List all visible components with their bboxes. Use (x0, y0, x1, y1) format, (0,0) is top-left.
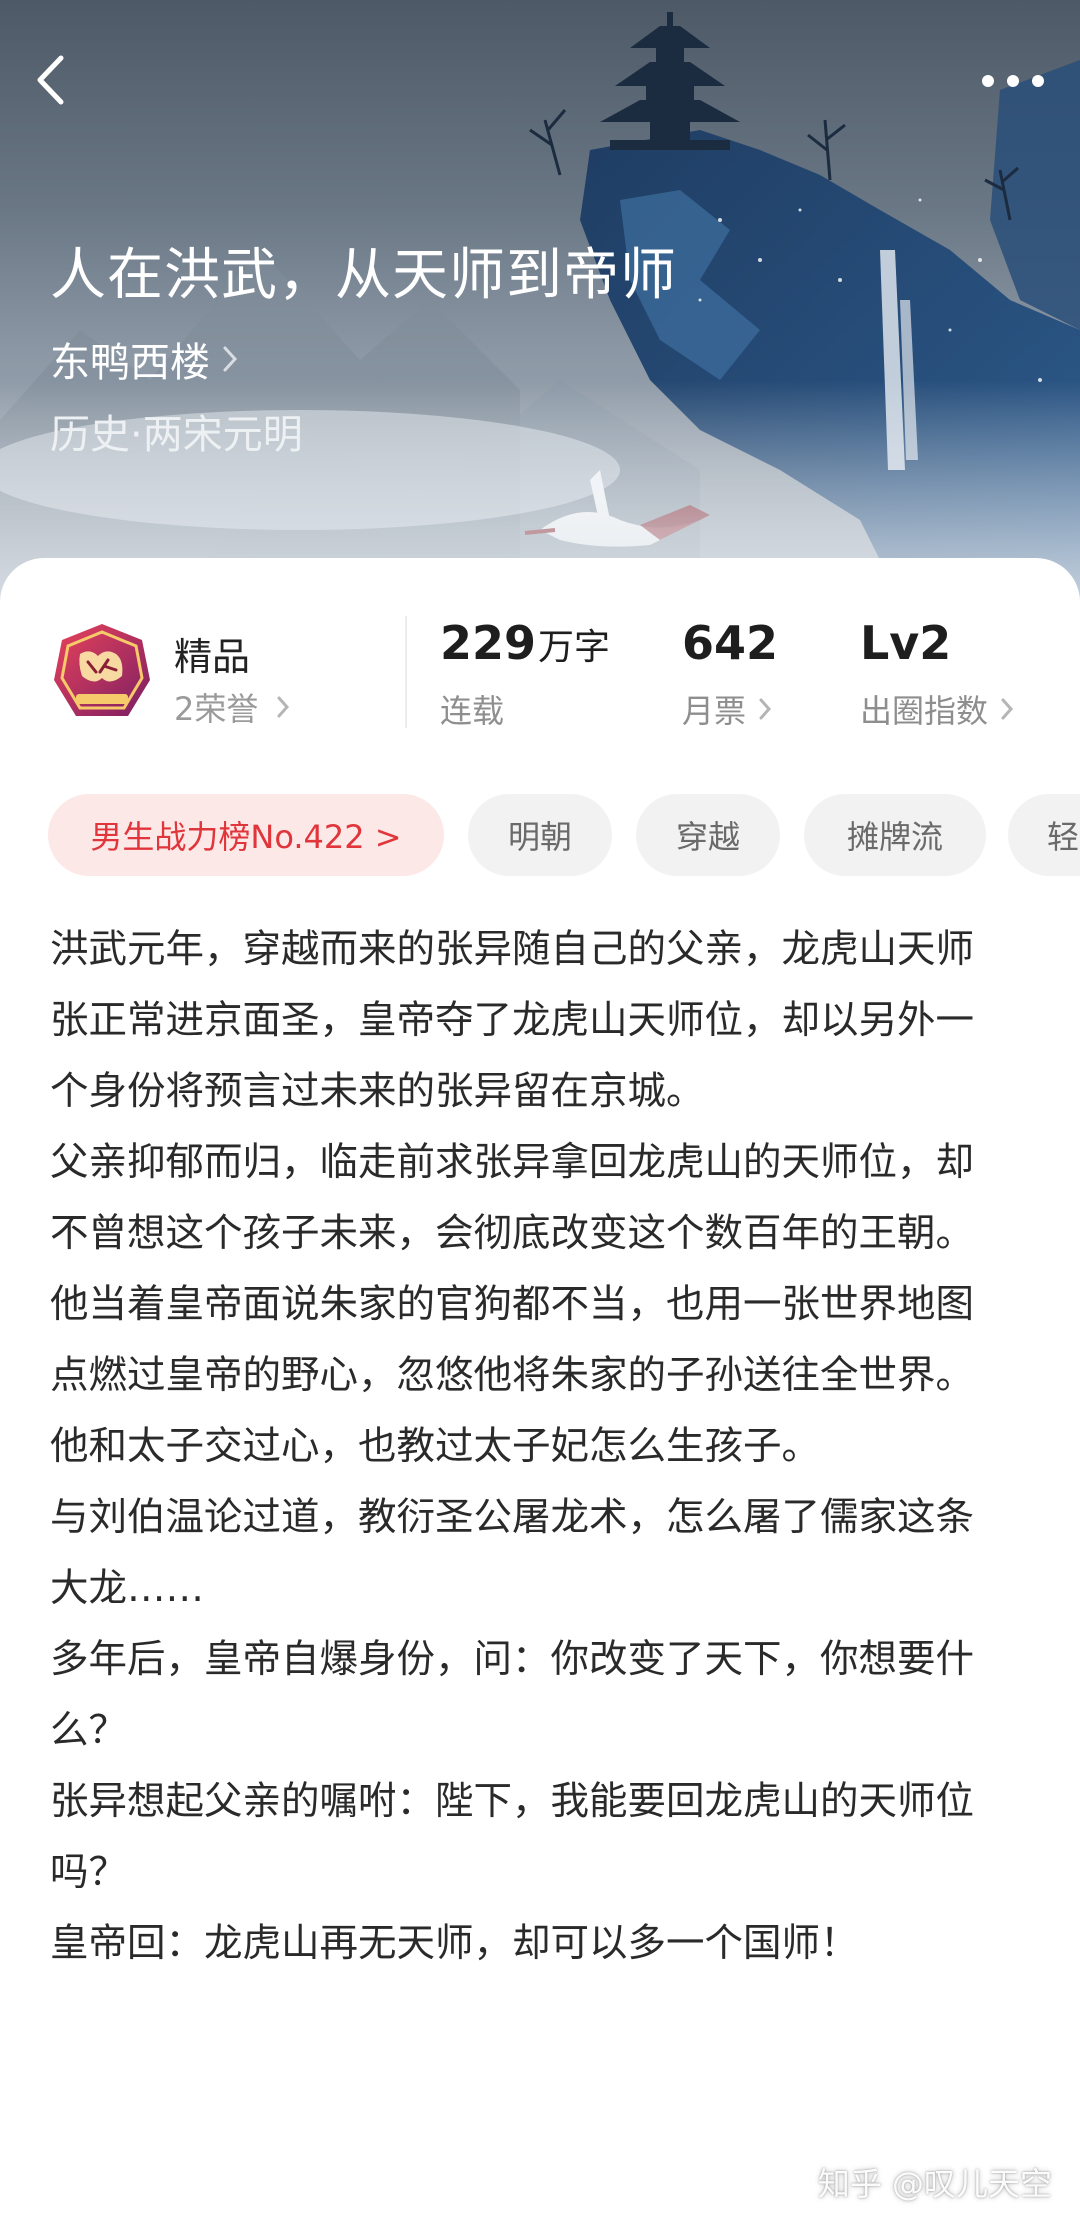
author-link[interactable]: 东鸭西楼 (50, 330, 238, 388)
tag-time-travel[interactable]: 穿越 (636, 794, 780, 876)
serial-status: 连载 (440, 686, 504, 732)
more-horizontal-icon (981, 73, 1045, 92)
chevron-right-icon (1000, 697, 1014, 721)
circle-index-value: Lv2 (860, 616, 952, 670)
circle-index-label: 出圈指数 (860, 692, 989, 730)
synopsis-paragraph: 洪武元年，穿越而来的张异随自己的父亲，龙虎山天师张正常进京面圣，皇帝夺了龙虎山天… (50, 927, 975, 1114)
book-synopsis: 洪武元年，穿越而来的张异随自己的父亲，龙虎山天师张正常进京面圣，皇帝夺了龙虎山天… (50, 914, 1010, 1979)
more-options-button[interactable] (968, 50, 1058, 114)
synopsis-paragraph: 父亲抑郁而归，临走前求张异拿回龙虎山的天师位，却不曾想这个孩子未来，会彻底改变这… (50, 1140, 975, 1256)
word-count-unit: 万字 (538, 627, 611, 668)
book-category: 历史·两宋元明 (50, 412, 303, 458)
chevron-left-icon (35, 54, 65, 110)
synopsis-paragraph: 他和太子交过心，也教过太子妃怎么生孩子。 (50, 1424, 821, 1469)
monthly-votes-value: 642 (682, 616, 779, 670)
tag-list: 男生战力榜No.422 > 明朝 穿越 摊牌流 轻 (0, 794, 1080, 884)
tag-showdown[interactable]: 摊牌流 (804, 794, 986, 876)
book-title: 人在洪武，从天师到帝师 (50, 243, 677, 308)
tag-ming-dynasty[interactable]: 明朝 (468, 794, 612, 876)
serial-status-label: 连载 (440, 692, 505, 730)
word-count-value: 229 (440, 616, 537, 670)
synopsis-paragraph: 皇帝回：龙虎山再无天师，却可以多一个国师！ (50, 1921, 859, 1966)
monthly-votes-link[interactable]: 月票 (682, 686, 772, 732)
synopsis-paragraph: 与刘伯温论过道，教衍圣公屠龙术，怎么屠了儒家这条大龙…… (50, 1495, 975, 1611)
tag-rank[interactable]: 男生战力榜No.422 > (48, 794, 444, 876)
quality-label: 精品 (174, 635, 251, 679)
tag-light[interactable]: 轻 (1008, 794, 1080, 876)
monthly-votes-label: 月票 (682, 692, 747, 730)
chevron-right-icon (276, 695, 290, 719)
synopsis-paragraph: 张异想起父亲的嘱咐：陛下，我能要回龙虎山的天师位吗？ (50, 1779, 975, 1895)
synopsis-paragraph: 多年后，皇帝自爆身份，问：你改变了天下，你想要什么？ (50, 1637, 975, 1753)
synopsis-paragraph: 他当着皇帝面说朱家的官狗都不当，也用一张世界地图点燃过皇帝的野心，忽悠他将朱家的… (50, 1282, 975, 1398)
boutique-badge-icon (50, 620, 154, 724)
word-count: 229万字 (440, 616, 610, 670)
circle-index-link[interactable]: 出圈指数 (860, 686, 1014, 732)
chevron-right-icon (222, 345, 238, 373)
chevron-right-icon (758, 697, 772, 721)
author-name: 东鸭西楼 (50, 340, 210, 386)
stats-divider (405, 616, 407, 728)
honors-count: 2荣誉 (174, 690, 259, 728)
zhihu-watermark: 知乎 @叹儿天空 (817, 2165, 1052, 2203)
back-button[interactable] (22, 50, 78, 114)
book-cover-header: 人在洪武，从天师到帝师 东鸭西楼 历史·两宋元明 (0, 0, 1080, 600)
honors-link[interactable]: 2荣誉 (174, 684, 290, 730)
book-detail-card: 精品 2荣誉 229万字 连载 642 月票 Lv2 出圈指数 男生战力榜No.… (0, 558, 1080, 2223)
book-stats-row: 精品 2荣誉 229万字 连载 642 月票 Lv2 出圈指数 (0, 558, 1080, 758)
